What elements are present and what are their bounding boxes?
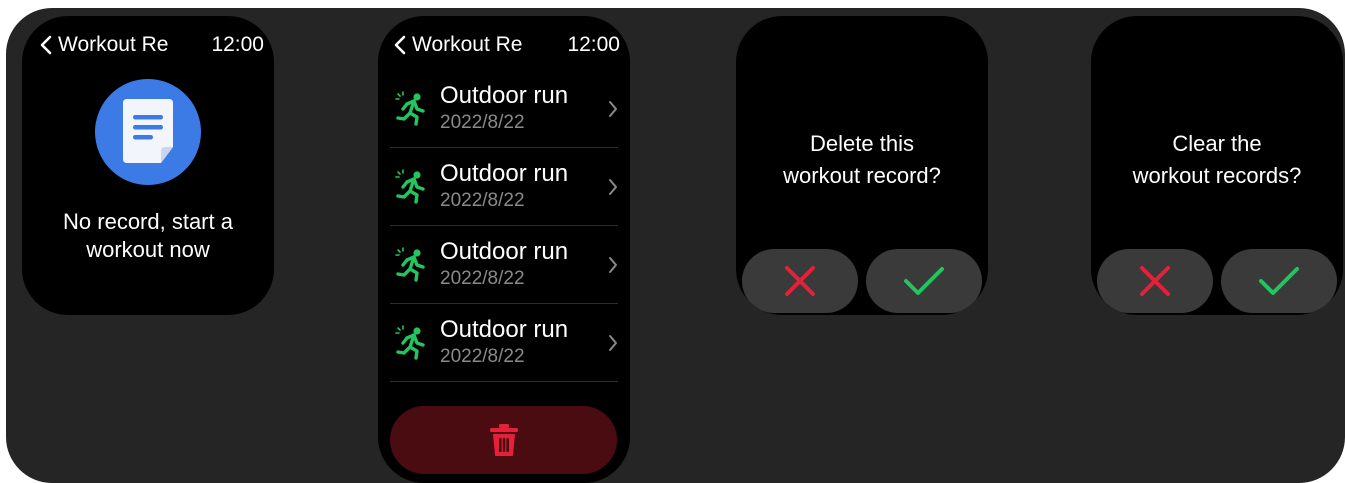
cancel-button[interactable] (1097, 249, 1213, 313)
record-date: 2022/8/22 (440, 190, 525, 211)
list-item[interactable]: Outdoor run 2022/8/22 (390, 226, 618, 304)
watch-screen-delete-confirm: Delete this workout record? (736, 16, 988, 315)
back-label: Workout Re (58, 33, 169, 56)
cancel-button[interactable] (742, 249, 858, 313)
empty-message: No record, start a workout now (22, 208, 274, 264)
empty-message-line2: workout now (86, 237, 210, 262)
back-button[interactable]: Workout Re (394, 33, 523, 57)
back-button[interactable]: Workout Re (40, 33, 169, 57)
watch-screen-list: Workout Re 12:00 Outdoor run 2022/8/22 O… (378, 16, 630, 483)
record-title: Outdoor run (440, 82, 569, 109)
record-date: 2022/8/22 (440, 268, 525, 289)
delete-all-button[interactable] (390, 406, 617, 474)
list-item[interactable]: Outdoor run 2022/8/22 (390, 148, 618, 226)
document-icon (95, 79, 201, 185)
watch-screen-empty: Workout Re 12:00 No record, start a work… (22, 16, 274, 315)
chevron-right-icon (609, 101, 617, 117)
empty-message-line1: No record, start a (63, 209, 233, 234)
record-title: Outdoor run (440, 160, 569, 187)
confirm-button[interactable] (866, 249, 982, 313)
record-title: Outdoor run (440, 238, 569, 265)
chevron-right-icon (609, 179, 617, 195)
record-title: Outdoor run (440, 316, 569, 343)
status-bar: Workout Re 12:00 (22, 16, 274, 66)
clock: 12:00 (211, 33, 264, 56)
clock: 12:00 (567, 33, 620, 56)
dialog-buttons (742, 249, 982, 313)
running-icon (395, 91, 425, 126)
running-icon (395, 169, 425, 204)
list-item[interactable]: Outdoor run 2022/8/22 (390, 304, 618, 382)
status-bar: Workout Re 12:00 (378, 16, 630, 66)
trash-icon (489, 424, 518, 456)
dialog-message: Clear the workout records? (1091, 128, 1343, 192)
screens-board: Workout Re 12:00 No record, start a work… (6, 8, 1345, 483)
dialog-line2: workout record? (783, 163, 941, 188)
running-icon (395, 247, 425, 282)
dialog-line1: Clear the (1172, 131, 1262, 156)
chevron-right-icon (609, 335, 617, 351)
check-icon (904, 267, 944, 295)
dialog-message: Delete this workout record? (736, 128, 988, 192)
record-date: 2022/8/22 (440, 112, 525, 133)
dialog-line2: workout records? (1132, 163, 1302, 188)
chevron-left-icon (394, 35, 406, 55)
watch-screen-clear-confirm: Clear the workout records? (1091, 16, 1343, 315)
dialog-buttons (1097, 249, 1337, 313)
chevron-right-icon (609, 257, 617, 273)
check-icon (1259, 267, 1299, 295)
confirm-button[interactable] (1221, 249, 1337, 313)
back-label: Workout Re (412, 33, 523, 56)
x-icon (785, 266, 815, 296)
x-icon (1140, 266, 1170, 296)
chevron-left-icon (40, 35, 52, 55)
workout-record-list: Outdoor run 2022/8/22 Outdoor run 2022/8… (378, 70, 630, 382)
dialog-line1: Delete this (810, 131, 914, 156)
running-icon (395, 325, 425, 360)
list-item[interactable]: Outdoor run 2022/8/22 (390, 70, 618, 148)
record-date: 2022/8/22 (440, 346, 525, 367)
